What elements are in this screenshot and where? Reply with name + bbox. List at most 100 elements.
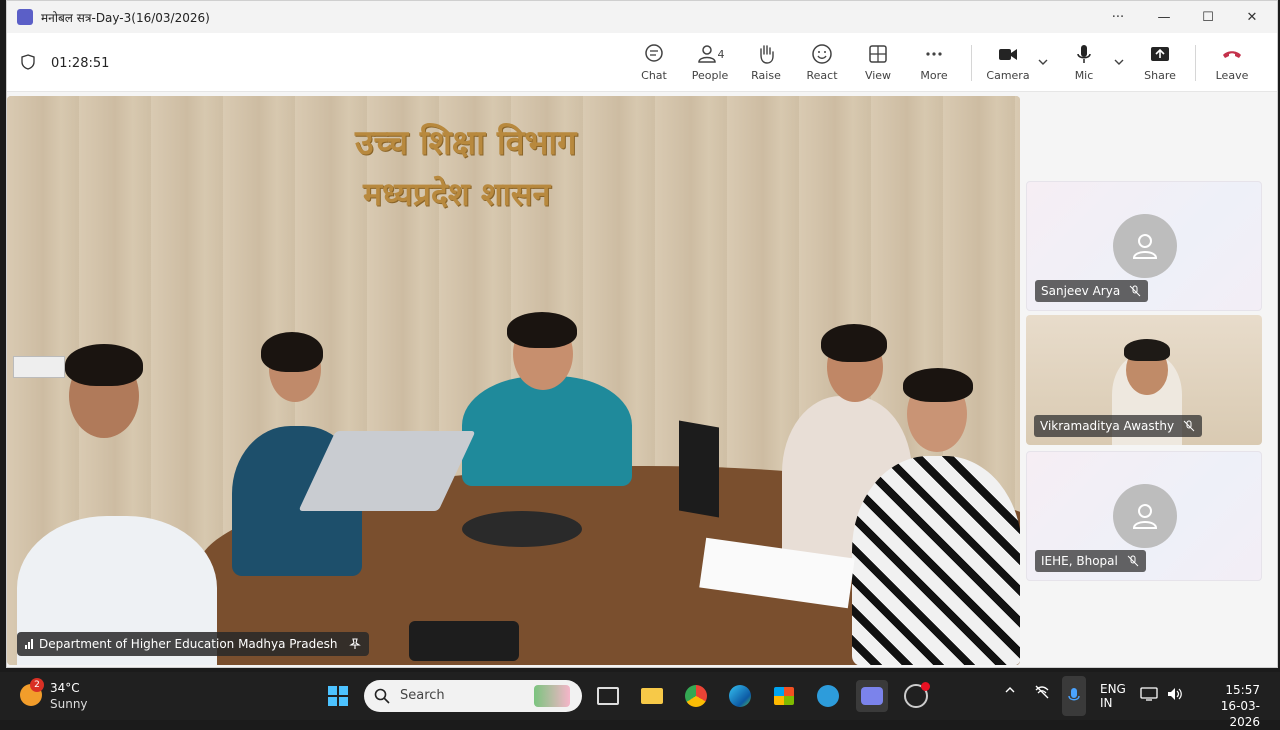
participant-2-hair — [261, 332, 323, 372]
browser-app-icon[interactable] — [812, 680, 844, 712]
share-button[interactable]: Share — [1133, 43, 1187, 87]
participant-tile[interactable]: Vikramaditya Awasthy — [1026, 315, 1262, 445]
hang-up-icon — [1223, 51, 1241, 58]
file-explorer-icon[interactable] — [636, 680, 668, 712]
chat-button[interactable]: Chat — [627, 43, 681, 87]
start-button[interactable] — [322, 680, 354, 712]
person-icon — [1132, 234, 1158, 259]
stage-caption-text: Department of Higher Education Madhya Pr… — [39, 637, 338, 651]
main-video-stage[interactable]: उच्च शिक्षा विभाग मध्यप्रदेश शासन Depart… — [7, 96, 1020, 665]
meeting-timer: 01:28:51 — [51, 56, 110, 71]
avatar — [1113, 214, 1177, 278]
people-label: People — [691, 69, 729, 82]
taskbar-search[interactable]: Search — [364, 680, 582, 712]
ellipsis-icon — [926, 52, 942, 56]
mic-off-icon — [1129, 285, 1141, 297]
react-label: React — [806, 69, 838, 82]
weather-temperature[interactable]: 34°C — [50, 681, 80, 695]
participant-name: IEHE, Bhopal — [1041, 554, 1118, 568]
mic-off-icon — [1127, 555, 1139, 567]
mic-off-icon — [1183, 420, 1195, 432]
raise-label: Raise — [751, 69, 781, 82]
teams-taskbar-icon[interactable] — [856, 680, 888, 712]
chat-label: Chat — [641, 69, 667, 82]
clock-time: 15:57 — [1225, 683, 1260, 697]
view-label: View — [864, 69, 892, 82]
camera-options-chevron-icon[interactable] — [1037, 57, 1049, 67]
name-tag: Vikramaditya Awasthy — [1034, 415, 1203, 437]
wall-sign-line-2: मध्यप्रदेश शासन — [363, 175, 551, 213]
participant-3-hair — [507, 312, 577, 348]
toolbar-divider — [971, 45, 972, 81]
toolbar-divider — [1195, 45, 1196, 81]
people-count: 4 — [717, 47, 725, 61]
recording-app-icon[interactable] — [900, 680, 932, 712]
edge-icon[interactable] — [724, 680, 756, 712]
desk-telephone — [409, 621, 519, 661]
react-button[interactable]: React — [795, 43, 849, 87]
pin-icon[interactable] — [349, 638, 362, 650]
participant-5-hair — [903, 368, 973, 402]
chevron-up-icon[interactable] — [1004, 684, 1016, 699]
language-line-2: IN — [1100, 696, 1113, 710]
mic-label: Mic — [1074, 69, 1094, 82]
windows-taskbar: 2 34°C Sunny Search ENG IN 15:57 16-03-2… — [0, 672, 1280, 729]
window-title: मनोबल सत्र-Day-3(16/03/2026) — [41, 11, 210, 25]
stage-caption: Department of Higher Education Madhya Pr… — [17, 632, 370, 656]
more-label: More — [920, 69, 948, 82]
title-bar: मनोबल सत्र-Day-3(16/03/2026) ··· — ☐ ✕ — [7, 1, 1277, 33]
weather-condition[interactable]: Sunny — [50, 697, 88, 711]
smiley-icon — [812, 44, 832, 64]
avatar — [1113, 484, 1177, 548]
laptop-black — [679, 420, 719, 518]
maximize-button[interactable]: ☐ — [1197, 7, 1219, 27]
participant-3-body — [462, 376, 632, 486]
task-view-icon[interactable] — [592, 680, 624, 712]
participants-panel: Sanjeev Arya Vikramaditya Awasthy IEHE, … — [1026, 96, 1264, 665]
camera-button[interactable]: Camera — [981, 43, 1035, 87]
people-icon — [697, 45, 716, 63]
network-off-icon[interactable] — [1034, 684, 1050, 703]
search-highlight-icon — [534, 685, 570, 707]
system-clock[interactable]: 15:57 16-03-2026 — [1200, 682, 1260, 730]
name-tag: Sanjeev Arya — [1035, 280, 1149, 302]
chrome-icon[interactable] — [680, 680, 712, 712]
clock-date: 16-03-2026 — [1220, 699, 1260, 729]
hand-icon — [760, 45, 774, 64]
participant-tile[interactable]: IEHE, Bhopal — [1026, 451, 1262, 581]
volume-icon[interactable] — [1166, 686, 1184, 705]
mic-options-chevron-icon[interactable] — [1113, 57, 1125, 67]
leave-button[interactable]: Leave — [1205, 43, 1259, 87]
camera-label: Camera — [986, 69, 1030, 82]
close-button[interactable]: ✕ — [1241, 7, 1263, 27]
camera-icon — [999, 49, 1017, 60]
signal-strength-icon — [25, 639, 33, 649]
raise-hand-button[interactable]: Raise — [739, 43, 793, 87]
microsoft-store-icon[interactable] — [768, 680, 800, 712]
person-icon — [1132, 504, 1158, 529]
participant-tile[interactable]: Sanjeev Arya — [1026, 181, 1262, 311]
mic-in-use-icon[interactable] — [1062, 676, 1086, 716]
people-button[interactable]: 4 People — [683, 43, 737, 87]
minimize-button[interactable]: — — [1153, 7, 1175, 27]
view-button[interactable]: View — [851, 43, 905, 87]
meeting-toolbar: 01:28:51 Chat 4 People Raise React View … — [7, 33, 1277, 92]
participant-name: Sanjeev Arya — [1041, 284, 1121, 298]
share-screen-icon — [1151, 47, 1169, 61]
name-tag: IEHE, Bhopal — [1035, 550, 1146, 572]
participant-name: Vikramaditya Awasthy — [1040, 419, 1175, 433]
participant-video-hair — [1124, 339, 1170, 361]
weather-badge: 2 — [30, 678, 44, 692]
more-options-button[interactable]: ··· — [1107, 7, 1129, 27]
search-icon — [374, 688, 390, 704]
chat-icon — [645, 44, 663, 62]
language-indicator[interactable]: ENG IN — [1100, 682, 1126, 710]
microphone-icon — [1077, 45, 1091, 63]
mic-button[interactable]: Mic — [1057, 43, 1111, 87]
participant-5-body — [852, 456, 1020, 665]
share-label: Share — [1144, 69, 1176, 82]
participant-4-hair — [821, 324, 887, 362]
more-button[interactable]: More — [907, 43, 961, 87]
display-icon[interactable] — [1140, 686, 1158, 705]
shield-icon — [21, 54, 35, 70]
